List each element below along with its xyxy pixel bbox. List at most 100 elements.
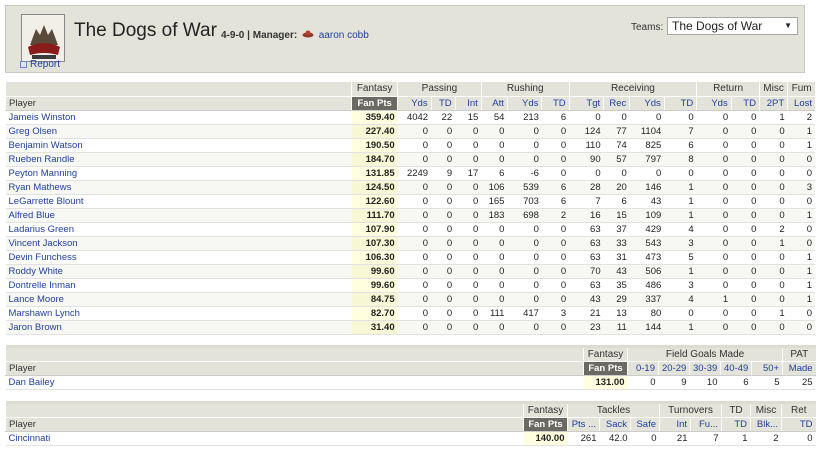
col-header-int[interactable]: Int bbox=[659, 417, 691, 432]
col-header-rush-yds[interactable]: Yds bbox=[506, 96, 542, 111]
player-name-link[interactable]: Greg Olsen bbox=[5, 124, 352, 139]
stat-cell: 0 bbox=[397, 152, 432, 167]
stat-cell: 0 bbox=[731, 124, 760, 139]
player-name-link[interactable]: Devin Funchess bbox=[5, 250, 352, 265]
stat-cell: 6 bbox=[481, 166, 508, 181]
col-header-blocked[interactable]: Blk... bbox=[750, 417, 782, 432]
col-header-fg-0-19[interactable]: 0-19 bbox=[627, 361, 659, 376]
col-header-fan-pts[interactable]: Fan Pts bbox=[583, 361, 628, 376]
group-header-fantasy: Fantasy bbox=[523, 402, 568, 418]
teams-select[interactable]: The Dogs of War ▼ bbox=[667, 17, 798, 35]
col-header-rec-tgt[interactable]: Tgt bbox=[568, 96, 604, 111]
player-name-link[interactable]: LeGarrette Blount bbox=[5, 194, 352, 209]
col-header-rec-td[interactable]: TD bbox=[663, 96, 697, 111]
stat-cell: 543 bbox=[629, 236, 665, 251]
col-header-pass-yds[interactable]: Yds bbox=[397, 96, 432, 111]
player-name-link[interactable]: Vincent Jackson bbox=[5, 236, 352, 251]
col-header-fg-50-plus[interactable]: 50+ bbox=[750, 361, 783, 376]
stat-cell: 43 bbox=[629, 194, 665, 209]
stat-cell: 0 bbox=[787, 194, 815, 209]
player-name-link[interactable]: Jaron Brown bbox=[5, 320, 352, 335]
group-header-blank bbox=[5, 82, 352, 97]
player-name-link[interactable]: Dontrelle Inman bbox=[5, 278, 352, 293]
stat-cell: 0 bbox=[397, 236, 432, 251]
stat-cell: 506 bbox=[629, 264, 665, 279]
stat-cell: 0 bbox=[630, 431, 660, 446]
stat-cell: 0 bbox=[455, 292, 482, 307]
stat-cell: 0 bbox=[759, 250, 788, 265]
stat-cell: 0 bbox=[696, 124, 732, 139]
stat-cell: 0 bbox=[759, 166, 788, 181]
col-header-rec-yds[interactable]: Yds bbox=[629, 96, 665, 111]
col-header-ret-td[interactable]: TD bbox=[781, 417, 816, 432]
report-link[interactable]: Report bbox=[20, 59, 60, 70]
stat-cell: 0 bbox=[431, 250, 456, 265]
kicker-table-body: Dan Bailey 131.00 0 9 10 6 5 25 bbox=[5, 375, 816, 390]
player-name-link[interactable]: Ladarius Green bbox=[5, 222, 352, 237]
stat-cell: 0 bbox=[781, 431, 816, 446]
col-header-fg-30-39[interactable]: 30-39 bbox=[689, 361, 721, 376]
col-header-fum-lost[interactable]: Lost bbox=[787, 96, 815, 111]
col-header-fg-40-49[interactable]: 40-49 bbox=[720, 361, 752, 376]
team-logo bbox=[21, 14, 65, 62]
player-name-link[interactable]: Dan Bailey bbox=[5, 375, 584, 390]
player-name-link[interactable]: Ryan Mathews bbox=[5, 180, 352, 195]
player-name-link[interactable]: Peyton Manning bbox=[5, 166, 352, 181]
stat-cell: 29 bbox=[603, 292, 630, 307]
stat-cell: 0 bbox=[431, 236, 456, 251]
col-header-pat-made[interactable]: Made bbox=[782, 361, 816, 376]
stat-cell: 8 bbox=[664, 152, 697, 167]
col-header-fg-20-29[interactable]: 20-29 bbox=[658, 361, 690, 376]
stat-cell: 5 bbox=[664, 250, 697, 265]
col-header-player[interactable]: Player bbox=[4, 96, 352, 111]
stat-cell: 111 bbox=[481, 306, 508, 321]
col-header-player[interactable]: Player bbox=[5, 417, 524, 432]
stat-cell: 0 bbox=[759, 320, 788, 335]
stat-cell: 0 bbox=[603, 110, 630, 125]
col-header-misc-2pt[interactable]: 2PT bbox=[758, 96, 788, 111]
col-header-rush-td[interactable]: TD bbox=[541, 96, 570, 111]
stat-cell: 7 bbox=[690, 431, 722, 446]
player-name-link[interactable]: Cincinnati bbox=[5, 431, 524, 446]
col-header-pts-allowed[interactable]: Pts ... bbox=[567, 417, 600, 432]
col-header-fumble[interactable]: Fu... bbox=[690, 417, 722, 432]
stat-cell: 0 bbox=[397, 194, 432, 209]
player-name-link[interactable]: Lance Moore bbox=[5, 292, 352, 307]
team-meta: 4-9-0 | Manager: aaron cobb bbox=[221, 29, 369, 42]
defense-group-header-row: Fantasy Tackles Turnovers TD Misc Ret bbox=[5, 402, 816, 418]
group-header-return: Return bbox=[696, 82, 760, 97]
stat-cell: 0 bbox=[455, 264, 482, 279]
group-header-pat: PAT bbox=[782, 346, 816, 362]
manager-link[interactable]: aaron cobb bbox=[319, 30, 369, 41]
col-header-pass-td[interactable]: TD bbox=[430, 96, 456, 111]
stat-cell: 37 bbox=[603, 222, 630, 237]
col-header-rec-rec[interactable]: Rec bbox=[603, 96, 630, 111]
stat-cell: 0 bbox=[787, 236, 815, 251]
stat-cell: 0 bbox=[397, 138, 432, 153]
stat-cell: 6 bbox=[603, 194, 630, 209]
col-header-rush-att[interactable]: Att bbox=[480, 96, 508, 111]
player-name-link[interactable]: Marshawn Lynch bbox=[5, 306, 352, 321]
stat-cell: 1 bbox=[759, 306, 788, 321]
col-header-safety[interactable]: Safe bbox=[630, 417, 660, 432]
player-name-link[interactable]: Roddy White bbox=[5, 264, 352, 279]
col-header-sack[interactable]: Sack bbox=[599, 417, 631, 432]
player-name-link[interactable]: Alfred Blue bbox=[5, 208, 352, 223]
stat-cell: 0 bbox=[431, 124, 456, 139]
player-name-link[interactable]: Jameis Winston bbox=[5, 110, 352, 125]
col-header-player[interactable]: Player bbox=[5, 361, 584, 376]
col-header-ret-td[interactable]: TD bbox=[730, 96, 760, 111]
stat-cell: 0 bbox=[541, 320, 570, 335]
player-name-link[interactable]: Rueben Randle bbox=[5, 152, 352, 167]
col-header-fan-pts[interactable]: Fan Pts bbox=[523, 417, 568, 432]
col-header-fan-pts[interactable]: Fan Pts bbox=[351, 96, 398, 111]
col-header-td[interactable]: TD bbox=[721, 417, 751, 432]
stat-cell: 1 bbox=[664, 208, 697, 223]
player-name-link[interactable]: Benjamin Watson bbox=[5, 138, 352, 153]
col-header-pass-int[interactable]: Int bbox=[454, 96, 482, 111]
col-header-ret-yds[interactable]: Yds bbox=[696, 96, 732, 111]
stat-cell: 1 bbox=[787, 292, 815, 307]
stat-cell: 0 bbox=[696, 278, 732, 293]
fantasy-points-cell: 124.50 bbox=[351, 180, 398, 195]
stat-cell: 74 bbox=[603, 138, 630, 153]
